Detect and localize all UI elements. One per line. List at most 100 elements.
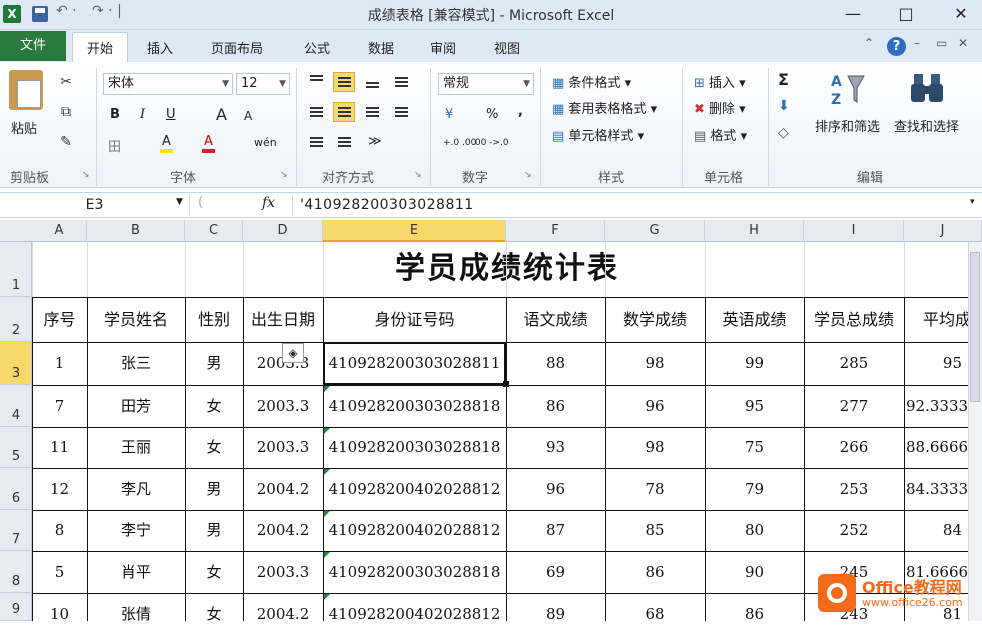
table-cell[interactable]: 男 — [185, 468, 243, 510]
table-cell[interactable]: 女 — [185, 593, 243, 635]
column-header-g[interactable]: G — [605, 220, 705, 242]
table-cell[interactable]: 68 — [605, 593, 705, 635]
comma-button[interactable]: , — [518, 104, 523, 119]
table-cell[interactable]: 7 — [32, 385, 87, 427]
table-cell[interactable]: 410928200303028818 — [323, 385, 506, 427]
table-cell[interactable]: 8 — [32, 510, 87, 551]
table-cell[interactable]: 277 — [804, 385, 904, 427]
table-cell[interactable]: 李宁 — [87, 510, 185, 551]
align-center-button[interactable] — [333, 102, 355, 122]
table-cell[interactable]: 253 — [804, 468, 904, 510]
ribbon-collapse-icon[interactable]: ⌃ — [864, 36, 874, 50]
scissors-icon[interactable]: ✂ — [56, 74, 76, 90]
row-header-9[interactable]: 9 — [0, 593, 32, 621]
borders-button[interactable]: 田 — [108, 136, 121, 155]
font-color-button[interactable]: A — [202, 134, 215, 153]
alignment-launcher-icon[interactable]: ↘ — [414, 170, 422, 180]
sort-filter-icon[interactable]: AZ — [830, 70, 866, 108]
align-right-button[interactable] — [361, 102, 383, 122]
autosum-button[interactable]: Σ — [778, 70, 789, 89]
column-header-c[interactable]: C — [185, 220, 243, 242]
table-cell[interactable]: 79 — [705, 468, 804, 510]
insert-function-button[interactable]: fx — [262, 195, 275, 211]
column-header-d[interactable]: D — [243, 220, 323, 242]
column-header-e[interactable]: E — [323, 220, 506, 242]
tab-data[interactable]: 数据 — [356, 36, 406, 59]
table-cell[interactable]: 2004.2 — [243, 510, 323, 551]
number-launcher-icon[interactable]: ↘ — [524, 170, 532, 180]
row-header-4[interactable]: 4 — [0, 385, 32, 427]
table-cell[interactable]: 99 — [705, 342, 804, 385]
warning-diamond-icon[interactable]: ◈ — [282, 343, 304, 363]
save-icon[interactable] — [32, 6, 48, 22]
fill-down-icon[interactable]: ⬇ — [778, 98, 790, 114]
header-name[interactable]: 学员姓名 — [87, 297, 185, 342]
table-cell[interactable]: 88 — [506, 342, 605, 385]
table-cell[interactable]: 98 — [605, 342, 705, 385]
column-header-i[interactable]: I — [804, 220, 904, 242]
header-seq[interactable]: 序号 — [32, 297, 87, 342]
table-cell[interactable]: 肖平 — [87, 551, 185, 593]
table-cell[interactable]: 女 — [185, 385, 243, 427]
table-cell[interactable]: 2003.3 — [243, 385, 323, 427]
number-format-select[interactable]: 常规 ▼ — [438, 73, 534, 95]
font-launcher-icon[interactable]: ↘ — [280, 170, 288, 180]
decrease-decimal-button[interactable]: .00 ->.0 — [472, 138, 509, 148]
expand-formula-icon[interactable]: ▾ — [970, 197, 975, 207]
tab-insert[interactable]: 插入 — [135, 36, 185, 59]
workbook-restore-button[interactable]: ▭ — [936, 36, 947, 50]
align-top-button[interactable] — [305, 72, 327, 92]
percent-button[interactable]: % — [486, 107, 498, 122]
tab-formulas[interactable]: 公式 — [292, 36, 342, 59]
row-header-3[interactable]: 3 — [0, 342, 32, 385]
phonetic-button[interactable]: wén — [254, 136, 277, 149]
table-cell[interactable]: 96 — [506, 468, 605, 510]
table-cell[interactable]: 李凡 — [87, 468, 185, 510]
find-select-button[interactable]: 查找和选择 — [894, 116, 959, 135]
clipboard-launcher-icon[interactable]: ↘ — [82, 170, 90, 180]
table-cell[interactable]: 86 — [705, 593, 804, 635]
wrap-text-button[interactable] — [390, 72, 412, 92]
table-cell[interactable]: 男 — [185, 510, 243, 551]
row-header-7[interactable]: 7 — [0, 510, 32, 551]
fill-color-button[interactable]: A — [160, 134, 173, 153]
table-cell[interactable]: 张倩 — [87, 593, 185, 635]
excel-app-icon[interactable]: X — [3, 5, 21, 23]
column-header-b[interactable]: B — [87, 220, 185, 242]
table-cell[interactable]: 98 — [605, 427, 705, 468]
column-header-a[interactable]: A — [32, 220, 87, 242]
table-cell[interactable]: 2003.3 — [243, 551, 323, 593]
sort-filter-button[interactable]: 排序和筛选 — [815, 116, 880, 135]
table-cell[interactable]: 85 — [605, 510, 705, 551]
italic-button[interactable]: I — [140, 107, 145, 122]
clear-eraser-icon[interactable]: ◇ — [778, 125, 789, 141]
table-cell[interactable]: 90 — [705, 551, 804, 593]
paste-button[interactable]: 粘贴 — [11, 118, 37, 137]
decrease-indent-button[interactable] — [305, 132, 327, 152]
row-header-6[interactable]: 6 — [0, 468, 32, 510]
row-header-5[interactable]: 5 — [0, 427, 32, 468]
table-cell[interactable]: 410928200402028812 — [323, 510, 506, 551]
formula-bar-resize-icon[interactable]: ( — [198, 195, 203, 210]
table-cell[interactable]: 285 — [804, 342, 904, 385]
align-middle-button[interactable] — [333, 72, 355, 92]
header-chinese[interactable]: 语文成绩 — [506, 297, 605, 342]
table-cell[interactable]: 410928200303028818 — [323, 427, 506, 468]
binoculars-icon[interactable] — [910, 72, 944, 104]
table-cell[interactable]: 95 — [705, 385, 804, 427]
help-icon[interactable]: ? — [887, 37, 906, 56]
name-box-dropdown-icon[interactable]: ▼ — [176, 197, 183, 207]
table-cell[interactable]: 80 — [705, 510, 804, 551]
font-name-select[interactable]: 宋体 ▼ — [103, 73, 233, 95]
tab-home[interactable]: 开始 — [72, 32, 129, 62]
align-bottom-button[interactable] — [361, 72, 383, 92]
font-size-select[interactable]: 12 ▼ — [236, 73, 290, 95]
copy-icon[interactable]: ⧉ — [56, 104, 76, 120]
header-birth[interactable]: 出生日期 — [243, 297, 323, 342]
table-cell[interactable]: 5 — [32, 551, 87, 593]
formula-input[interactable]: '410928200303028811 — [300, 197, 474, 213]
grow-font-button[interactable]: A — [216, 105, 227, 124]
tab-page-layout[interactable]: 页面布局 — [199, 36, 275, 59]
table-cell[interactable]: 93 — [506, 427, 605, 468]
table-cell[interactable]: 2004.2 — [243, 468, 323, 510]
